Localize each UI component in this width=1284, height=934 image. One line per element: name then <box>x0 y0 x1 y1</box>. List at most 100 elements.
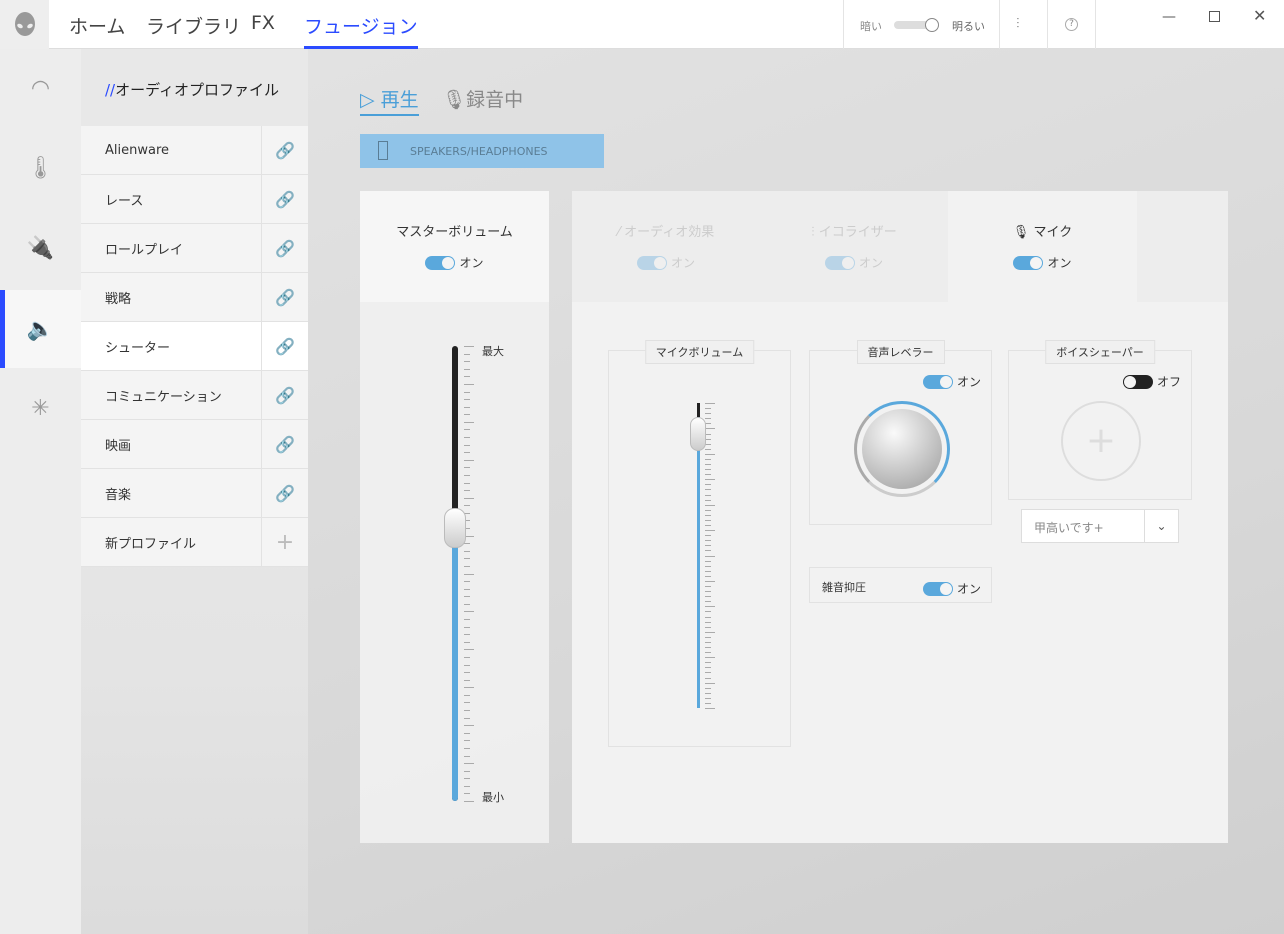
device-selector[interactable]: SPEAKERS/HEADPHONES <box>360 134 604 168</box>
scale-tick <box>464 634 470 636</box>
scale-tick <box>464 550 470 552</box>
scale-tick <box>705 509 711 511</box>
scale-tick <box>705 596 711 598</box>
tab-audio-effects[interactable]: ⁄ オーディオ効果 オン <box>572 191 760 302</box>
scale-tick <box>705 626 711 628</box>
scale-tick <box>464 444 470 446</box>
scale-tick <box>464 376 470 378</box>
theme-slider[interactable] <box>894 18 942 32</box>
minimize-button[interactable]: — <box>1162 9 1176 25</box>
tab-fx[interactable]: FX <box>251 12 275 34</box>
speaker-icon[interactable]: 🔈 <box>0 290 81 368</box>
scale-tick <box>705 697 711 699</box>
tab-home[interactable]: ホーム <box>69 12 125 39</box>
scale-tick <box>705 601 711 603</box>
recording-tab[interactable]: 🎙録音中 <box>442 85 523 112</box>
profile-item[interactable]: レース 🔗 <box>81 175 308 224</box>
profile-item[interactable]: Alienware 🔗 <box>81 126 308 175</box>
scale-tick <box>464 429 470 431</box>
mixer-settings-icon[interactable]: ⫶ <box>1016 16 1020 32</box>
scale-tick <box>705 499 711 501</box>
scale-tick <box>464 672 470 674</box>
scale-tick <box>705 616 711 618</box>
scale-tick <box>705 606 715 608</box>
scale-tick <box>464 679 470 681</box>
scale-tick <box>705 408 711 410</box>
link-icon[interactable]: 🔗 <box>261 224 308 272</box>
scale-tick <box>464 626 470 628</box>
effects-panel: ⁄ オーディオ効果 オン ⫶ イコライザー オン 🎙 マイク オン マイクボリューム … <box>572 191 1228 843</box>
voice-preset-dropdown[interactable]: 甲高いです+ ⌄ <box>1021 509 1179 543</box>
mic-volume-thumb[interactable] <box>690 417 706 451</box>
new-profile-item[interactable]: 新プロファイル + <box>81 518 308 567</box>
scale-tick <box>705 636 711 638</box>
profile-item[interactable]: 音楽 🔗 <box>81 469 308 518</box>
link-icon[interactable]: 🔗 <box>261 469 308 517</box>
help-icon[interactable]: ? <box>1065 18 1078 31</box>
voice-shaper-group: ボイスシェーパー オフ + <box>1008 340 1192 500</box>
scale-tick <box>464 482 470 484</box>
scale-tick <box>705 413 711 415</box>
profile-item[interactable]: 映画 🔗 <box>81 420 308 469</box>
voice-leveler-group: 音声レベラー オン <box>809 340 992 525</box>
scale-tick <box>464 361 470 363</box>
equalizer-icon: ⫶ <box>811 225 815 240</box>
profile-item[interactable]: ロールプレイ 🔗 <box>81 224 308 273</box>
scale-tick <box>705 631 715 633</box>
scale-tick <box>464 467 470 469</box>
master-volume-thumb[interactable] <box>444 508 466 548</box>
scale-tick <box>464 353 470 355</box>
scale-tick <box>705 474 711 476</box>
profile-item[interactable]: コミュニケーション 🔗 <box>81 371 308 420</box>
tab-library[interactable]: ライブラリ <box>146 12 241 39</box>
voice-leveler-knob[interactable] <box>854 401 950 497</box>
scale-tick <box>705 479 715 481</box>
scale-tick <box>464 717 470 719</box>
maximize-button[interactable] <box>1209 11 1220 22</box>
link-icon[interactable]: 🔗 <box>261 371 308 419</box>
link-icon[interactable]: 🔗 <box>261 175 308 223</box>
speaker-device-icon <box>378 141 388 160</box>
profile-item[interactable]: シューター 🔗 <box>81 322 311 371</box>
scale-tick <box>464 641 470 643</box>
scale-tick <box>705 677 711 679</box>
performance-gauge-icon[interactable]: ◠ <box>0 49 81 127</box>
scale-tick <box>464 656 470 658</box>
link-icon[interactable]: 🔗 <box>261 273 308 321</box>
power-plug-icon[interactable]: 🔌 <box>0 209 81 287</box>
lighting-burst-icon[interactable]: ✳ <box>0 369 81 447</box>
link-icon[interactable]: 🔗 <box>261 420 308 468</box>
scale-tick <box>464 793 470 795</box>
voice-leveler-toggle[interactable]: オン <box>923 371 981 390</box>
profile-item[interactable]: 戦略 🔗 <box>81 273 308 322</box>
link-icon[interactable]: 🔗 <box>261 126 308 174</box>
scale-tick <box>464 785 470 787</box>
scale-tick <box>464 346 474 347</box>
scale-tick <box>705 570 711 572</box>
thermometer-icon[interactable]: 🌡 <box>0 129 81 207</box>
scale-tick <box>464 459 474 461</box>
scale-tick <box>705 621 711 623</box>
noise-suppression-toggle[interactable]: オン <box>923 578 981 597</box>
scale-tick <box>705 580 715 582</box>
scale-tick <box>705 682 715 684</box>
master-volume-track[interactable] <box>452 346 458 801</box>
tab-mic[interactable]: 🎙 マイク オン <box>948 191 1137 302</box>
voice-shaper-toggle[interactable]: オフ <box>1123 371 1181 390</box>
tab-equalizer[interactable]: ⫶ イコライザー オン <box>760 191 948 302</box>
scale-tick <box>464 452 470 454</box>
voice-shaper-add-icon: + <box>1061 401 1141 481</box>
close-button[interactable]: ✕ <box>1253 6 1266 25</box>
master-volume-toggle[interactable]: オン <box>360 252 549 271</box>
scale-tick <box>464 406 470 408</box>
play-icon: ▷ <box>360 89 375 111</box>
add-icon[interactable]: + <box>261 518 308 566</box>
scale-tick <box>705 586 711 587</box>
scale-tick <box>705 504 715 506</box>
title-bar: ホーム ライブラリ FX フュージョン 暗い 明るい ⫶ ? — ✕ <box>0 0 1284 49</box>
scale-tick <box>705 641 711 643</box>
tab-fusion[interactable]: フュージョン <box>304 12 418 49</box>
playback-tab[interactable]: ▷ 再生 <box>360 85 419 116</box>
link-icon[interactable]: 🔗 <box>261 322 308 370</box>
microphone-icon: 🎙 <box>442 89 467 111</box>
